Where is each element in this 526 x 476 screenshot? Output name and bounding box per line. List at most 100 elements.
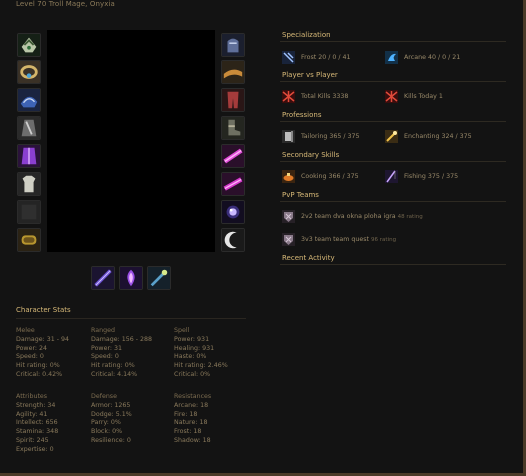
pvp-divider [280,81,506,82]
skill-cooking[interactable]: Cooking 366 / 375 [282,170,359,183]
professions-title: Professions [282,111,322,119]
arena-team-banner-icon [282,210,295,223]
pvp-title: Player vs Player [282,71,338,79]
ranged-stats: Ranged Damage: 156 - 288 Power: 31 Speed… [91,327,152,380]
total-kills-label: Total Kills 3338 [301,93,349,100]
resistance-line: Frost: 18 [174,428,202,436]
attribute-line: Stamina: 348 [16,428,59,436]
resistances-stats: Resistances Arcane: 18 Fire: 18 Nature: … [174,393,211,446]
melee-line: Speed: 0 [16,353,44,361]
frost-tree-icon [282,51,295,64]
cooking-icon [282,170,295,183]
belt-icon[interactable] [221,60,245,84]
attribute-line: Intellect: 656 [16,419,58,427]
ranged-line: Power: 31 [91,344,123,352]
secondary-skills-title: Secondary Skills [282,151,340,159]
tabard-icon[interactable] [17,200,41,224]
resistance-line: Fire: 18 [174,410,198,418]
melee-line: Power: 24 [16,344,48,352]
melee-line: Critical: 0.42% [16,370,63,378]
melee-line: Hit rating: 0% [16,362,60,370]
attribute-line: Expertise: 0 [16,445,54,453]
recent-activity-title: Recent Activity [282,254,335,262]
spell-line: Haste: 0% [174,353,207,361]
trinket-crescent-icon[interactable] [221,228,245,252]
secondary-divider [280,161,506,162]
arena-team-banner-icon [282,233,295,246]
arcane-tree-icon [385,51,398,64]
enchanting-label: Enchanting 324 / 375 [404,133,472,140]
team-2v2-rating: 48 rating [397,213,423,220]
spell-line: Critical: 0% [174,370,211,378]
profession-tailoring[interactable]: Tailoring 365 / 375 [282,130,360,143]
chest-robe-icon[interactable] [17,144,41,168]
ranged-line: Hit rating: 0% [91,362,135,370]
fishing-icon [385,170,398,183]
ranged-line: Critical: 4.14% [91,370,138,378]
head-helm-icon[interactable] [17,33,41,57]
defense-line: Dodge: 5.1% [91,410,132,418]
attributes-header: Attributes [16,393,48,400]
defense-line: Armor: 1265 [91,401,131,409]
professions-divider [280,121,506,122]
team-2v2-label: 2v2 team dva okna ploha igra [301,213,396,220]
melee-header: Melee [16,327,35,334]
legs-icon[interactable] [221,88,245,112]
resistance-line: Nature: 18 [174,419,208,427]
neck-amulet-icon[interactable] [17,60,41,84]
kills-today: Kills Today 1 [385,90,443,103]
defense-line: Resilience: 0 [91,436,131,444]
attribute-line: Strength: 34 [16,401,56,409]
shoulder-icon[interactable] [17,88,41,112]
character-stats-title: Character Stats [16,306,71,314]
team-3v3-rating: 96 rating [371,236,397,243]
melee-line: Damage: 31 - 94 [16,335,69,343]
attribute-line: Agility: 41 [16,410,48,418]
kills-today-label: Kills Today 1 [404,93,443,100]
horde-emblem-icon [282,90,295,103]
spec-frost[interactable]: Frost 20 / 0 / 41 [282,51,351,64]
recent-activity-divider [280,264,506,265]
ring-icon[interactable] [221,172,245,196]
team-3v3-label: 3v3 team team quest [301,236,370,243]
spell-header: Spell [174,327,190,334]
tailoring-icon [282,130,295,143]
skill-fishing[interactable]: Fishing 375 / 375 [385,170,458,183]
resistance-line: Shadow: 18 [174,436,211,444]
main-hand-staff-icon[interactable] [91,266,115,290]
total-kills: Total Kills 3338 [282,90,348,103]
trinket-orb-icon[interactable] [221,200,245,224]
ranged-header: Ranged [91,327,115,334]
gloves-icon[interactable] [221,33,245,57]
spell-line: Healing: 931 [174,344,215,352]
spell-line: Power: 931 [174,335,210,343]
defense-stats: Defense Armor: 1265 Dodge: 5.1% Parry: 0… [91,393,132,446]
defense-line: Parry: 0% [91,419,121,427]
attribute-line: Spirit: 245 [16,436,49,444]
specialization-title: Specialization [282,31,331,39]
ring-icon[interactable] [221,144,245,168]
team-2v2[interactable]: 2v2 team dva okna ploha igra 48 rating [282,210,423,223]
wrist-bracer-icon[interactable] [17,228,41,252]
enchanting-icon [385,130,398,143]
tailoring-label: Tailoring 365 / 375 [301,133,360,140]
attributes-stats: Attributes Strength: 34 Agility: 41 Inte… [16,393,58,455]
pvp-teams-divider [280,201,506,202]
pvp-teams-title: PvP Teams [282,191,319,199]
cloak-icon[interactable] [17,116,41,140]
wand-icon[interactable] [147,266,171,290]
profession-enchanting[interactable]: Enchanting 324 / 375 [385,130,472,143]
spec-arcane-label: Arcane 40 / 0 / 21 [404,54,461,61]
off-hand-icon[interactable] [119,266,143,290]
fishing-label: Fishing 375 / 375 [404,173,459,180]
spell-line: Hit rating: 2.46% [174,362,228,370]
character-model-viewer[interactable] [47,30,215,252]
spell-stats: Spell Power: 931 Healing: 931 Haste: 0% … [174,327,228,380]
shirt-icon[interactable] [17,172,41,196]
team-3v3[interactable]: 3v3 team team quest 96 rating [282,233,396,246]
boots-icon[interactable] [221,116,245,140]
resistance-line: Arcane: 18 [174,401,209,409]
spec-frost-label: Frost 20 / 0 / 41 [301,54,351,61]
spec-arcane[interactable]: Arcane 40 / 0 / 21 [385,51,460,64]
cooking-label: Cooking 366 / 375 [301,173,359,180]
